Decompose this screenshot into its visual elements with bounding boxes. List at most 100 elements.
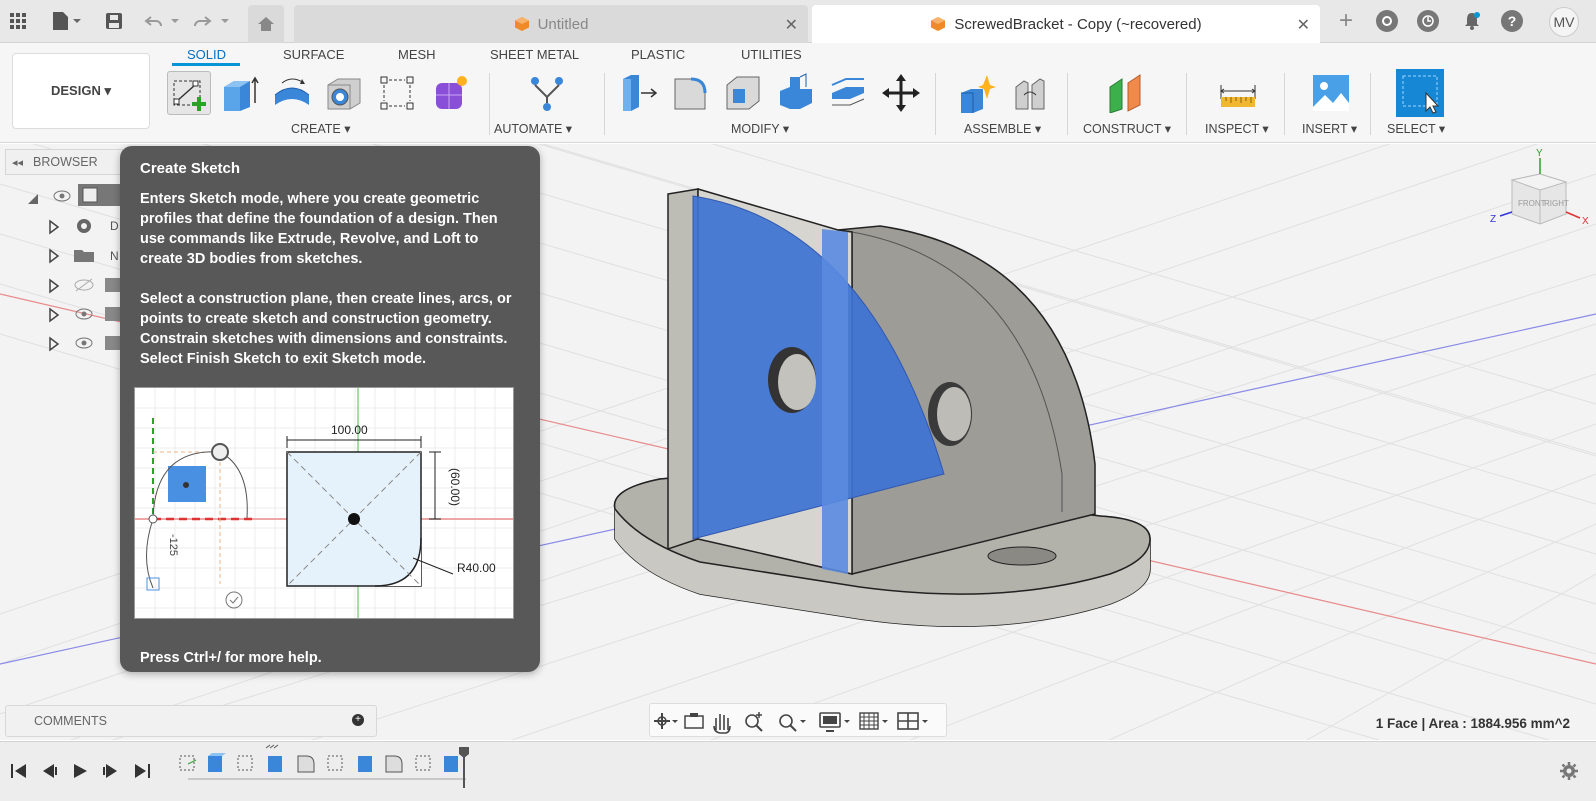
collapse-icon[interactable]: ◂◂ [12,156,23,169]
insert-image-icon[interactable] [1309,71,1353,115]
construct-group-label[interactable]: CONSTRUCT ▾ [1083,121,1171,136]
timeline-feature-extrude-icon [265,744,282,772]
close-icon[interactable]: ✕ [1297,15,1310,35]
hole-icon[interactable] [322,71,366,115]
offset-face-icon[interactable] [826,71,870,115]
timeline-feature-fillet-icon [385,755,403,773]
tooltip-illustration: -125 100.00 (60.00) R40.00 [134,387,514,619]
display-settings-icon[interactable] [819,712,850,732]
browser-header[interactable]: ◂◂ BROWSER [5,149,123,175]
offset-plane-icon[interactable] [1104,71,1148,115]
tab-mesh[interactable]: MESH [398,47,436,62]
notifications-icon[interactable] [1460,8,1484,34]
timeline-features[interactable] [176,742,496,801]
browser-item-label: N [110,249,119,263]
save-icon[interactable] [102,8,126,34]
measure-icon[interactable] [1216,71,1260,115]
move-copy-icon[interactable] [879,71,923,115]
extensions-icon[interactable] [1376,10,1398,32]
pattern-icon[interactable] [375,71,419,115]
tab-screwedbracket[interactable]: ScrewedBracket - Copy (~recovered) ✕ [812,5,1320,43]
insert-group-label[interactable]: INSERT ▾ [1302,121,1357,136]
grid-settings-icon[interactable] [859,712,888,730]
timeline-feature-extrude-icon [358,756,372,772]
home-icon [258,17,274,31]
extrude-icon[interactable] [218,71,262,115]
application-bar: Untitled ✕ ScrewedBracket - Copy (~recov… [0,0,1596,43]
modify-group-label[interactable]: MODIFY ▾ [731,121,789,136]
create-sketch-icon[interactable] [167,71,211,115]
file-icon[interactable] [48,8,84,34]
dimension-neg: -125 [167,534,179,556]
automate-icon[interactable] [525,71,569,115]
fit-icon[interactable] [779,714,806,732]
combine-icon[interactable] [774,71,818,115]
home-tab[interactable] [248,5,284,43]
timeline-feature-extrude-icon [208,753,226,772]
browser-tree[interactable]: D N [0,178,125,408]
workspace-switcher[interactable]: DESIGN ▾ [12,53,150,129]
close-icon[interactable]: ✕ [785,15,798,35]
timeline-feature-sketch-icon [237,755,253,771]
revolve-icon[interactable] [270,71,314,115]
toolbar-ribbon: SOLID SURFACE MESH SHEET METAL PLASTIC U… [0,43,1596,143]
add-comment-icon[interactable]: + [352,714,364,726]
comments-panel[interactable]: COMMENTS + [5,705,377,737]
viewports-icon[interactable] [897,712,928,730]
create-form-icon[interactable] [428,71,472,115]
apps-grid-icon[interactable] [6,8,30,34]
help-icon[interactable]: ? [1501,10,1523,32]
look-at-icon[interactable] [684,713,704,729]
axis-y-label: Y [1536,148,1543,159]
fillet-icon[interactable] [669,71,713,115]
assemble-group-label[interactable]: ASSEMBLE ▾ [964,121,1041,136]
play-icon[interactable] [69,760,91,782]
axis-x-label: X [1582,216,1589,227]
tab-untitled[interactable]: Untitled ✕ [294,5,808,43]
group-divider [1284,73,1285,135]
viewcube-front-label: FRONT [1518,199,1546,208]
go-to-start-icon[interactable] [8,760,30,782]
new-component-icon[interactable] [955,71,999,115]
bracket-body[interactable] [613,187,1151,628]
timeline-settings-gear-icon[interactable] [1558,760,1580,782]
dimension-radius: R40.00 [457,561,496,575]
active-tab-indicator [172,63,240,66]
pan-icon[interactable] [713,714,731,734]
tab-plastic[interactable]: PLASTIC [631,47,685,62]
timeline-feature-sketch-icon [179,755,197,771]
browser-item-label: D [110,219,119,233]
select-group-label[interactable]: SELECT ▾ [1387,121,1445,136]
tab-solid[interactable]: SOLID [187,47,226,62]
tab-utilities[interactable]: UTILITIES [741,47,802,62]
root-collapse-icon [28,194,38,204]
group-divider [604,73,605,135]
shell-icon[interactable] [721,71,765,115]
undo-icon[interactable] [142,8,182,34]
create-sketch-tooltip: Create Sketch Enters Sketch mode, where … [120,146,540,672]
tooltip-paragraph: Enters Sketch mode, where you create geo… [140,191,498,267]
tooltip-title: Create Sketch [140,160,241,177]
view-cube[interactable]: FRONT RIGHT Y X Z [1490,148,1589,227]
timeline-feature-fillet-icon [297,755,315,773]
group-divider [1370,73,1371,135]
go-to-end-icon[interactable] [131,760,153,782]
automate-group-label[interactable]: AUTOMATE ▾ [494,121,572,136]
select-icon[interactable] [1396,69,1444,117]
redo-icon[interactable] [192,8,232,34]
joint-icon[interactable] [1008,71,1052,115]
step-forward-icon[interactable] [100,760,122,782]
create-group-label[interactable]: CREATE ▾ [291,121,351,136]
tab-sheet-metal[interactable]: SHEET METAL [490,47,579,62]
avatar[interactable]: MV [1549,7,1579,37]
zoom-icon[interactable] [745,712,763,732]
tab-surface[interactable]: SURFACE [283,47,344,62]
inspect-group-label[interactable]: INSPECT ▾ [1205,121,1269,136]
step-back-icon[interactable] [38,760,60,782]
orbit-icon[interactable] [654,713,678,729]
press-pull-icon[interactable] [617,71,661,115]
group-divider [1186,73,1187,135]
new-tab-icon[interactable]: + [1332,7,1360,34]
job-status-icon[interactable] [1417,10,1439,32]
canvas-viewport[interactable]: FRONT RIGHT Y X Z ◂◂ BROWSER D N Create … [0,144,1596,740]
